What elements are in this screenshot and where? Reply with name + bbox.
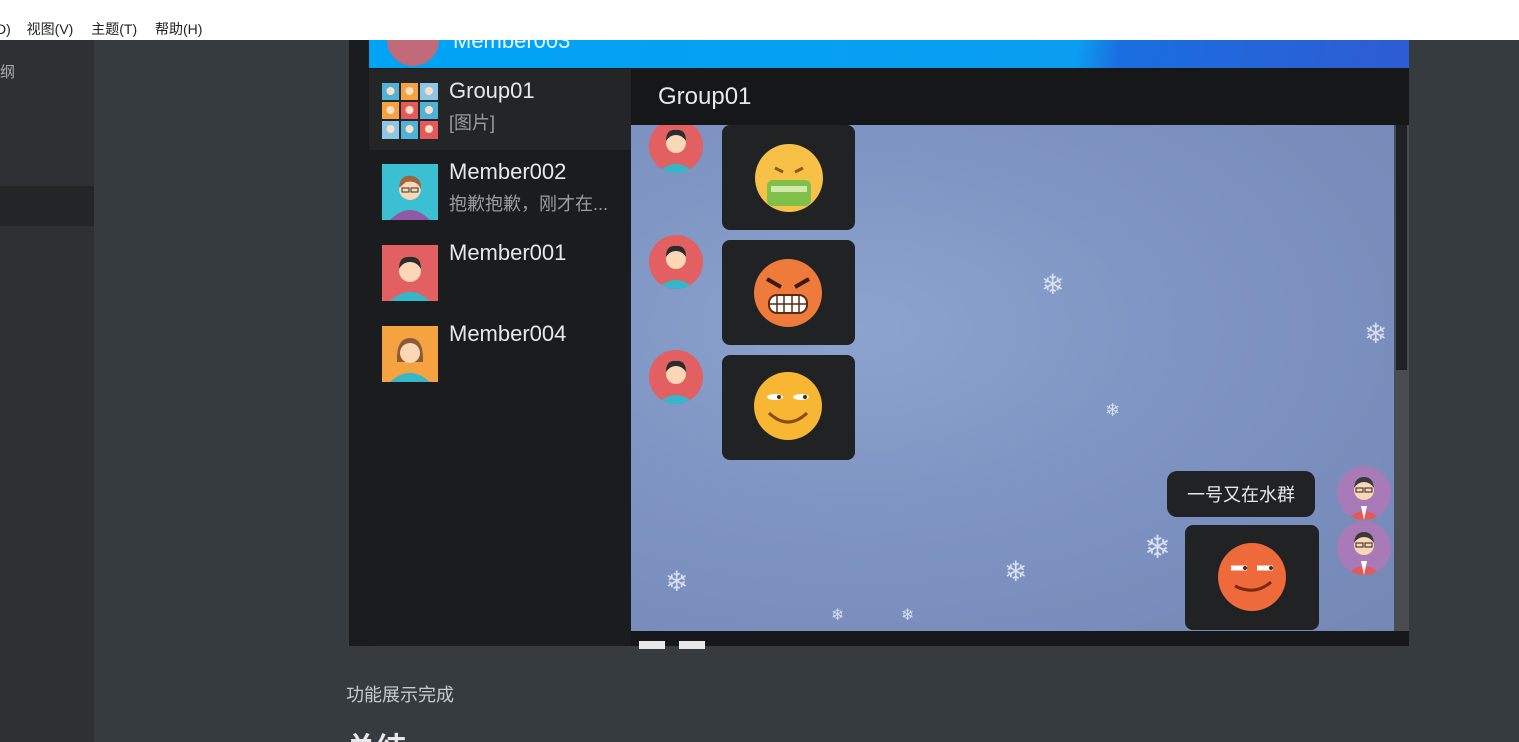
document-heading-text: 总结 [346, 733, 406, 742]
conversation-item-group01[interactable]: Group01 [图片] [369, 69, 631, 150]
woman-avatar-icon [382, 326, 438, 382]
conversation-name: Group01 [449, 78, 535, 103]
banner-name: Member003 [453, 40, 571, 53]
snowflake-icon: ❄ [1364, 318, 1388, 349]
message-scrollbar[interactable] [1394, 125, 1409, 631]
text-message-bubble[interactable]: 一号又在水群 [1167, 471, 1315, 517]
chat-app-screenshot: Member003 Group01 [图片] Member002 抱歉抱歉，刚才… [349, 40, 1409, 649]
conversation-item-member004[interactable]: Member004 [369, 312, 631, 393]
document-paragraph: 功能展示完成 [346, 685, 454, 705]
smirk-emoji-icon [754, 372, 822, 440]
conversation-name: Member002 [449, 159, 567, 184]
document-heading: 总结 [346, 730, 466, 742]
conversation-name: Member004 [449, 321, 567, 346]
sly-emoji-icon [1218, 543, 1286, 611]
vomit-emoji-icon [755, 144, 823, 212]
snowflake-icon: ❄ [1105, 400, 1121, 420]
menu-bar: D) 视图(V) 主题(T) 帮助(H) [0, 0, 1519, 40]
menu-item-partial[interactable]: D) [0, 21, 11, 37]
self-avatar[interactable] [1337, 466, 1391, 520]
scrollbar-thumb[interactable] [1396, 125, 1407, 370]
snowflake-icon: ❄ [1004, 556, 1028, 587]
sticker-bubble[interactable] [722, 355, 855, 460]
conversation-name: Member001 [449, 240, 567, 265]
conversation-list: Group01 [图片] Member002 抱歉抱歉，刚才在... Membe… [369, 69, 631, 646]
outline-label[interactable]: 纲 [0, 61, 15, 82]
conversation-preview: 抱歉抱歉，刚才在... [449, 194, 609, 214]
angry-emoji-icon [754, 259, 822, 327]
banner-avatar [387, 40, 439, 66]
message-area[interactable]: ❄ ❄ ❄ ❄ ❄ ❄ ❄ ❄ 一号又在水群 [631, 125, 1394, 631]
emoji-tool-icon[interactable] [639, 641, 665, 649]
chat-title: Group01 [658, 83, 752, 110]
snowflake-icon: ❄ [901, 607, 915, 624]
snowflake-icon: ❄ [831, 607, 845, 624]
chat-panel: Group01 ❄ ❄ ❄ ❄ ❄ ❄ ❄ ❄ 一号又在水群 [631, 69, 1409, 649]
sender-avatar[interactable] [649, 235, 703, 289]
chat-header: Group01 [631, 69, 1409, 125]
menu-items: D) 视图(V) 主题(T) 帮助(H) [0, 19, 216, 39]
menu-item-view[interactable]: 视图(V) [27, 19, 74, 39]
sender-avatar[interactable] [649, 125, 703, 173]
sticker-bubble[interactable] [1185, 525, 1319, 630]
app-left-strip [349, 40, 369, 646]
conversation-item-member002[interactable]: Member002 抱歉抱歉，刚才在... [369, 150, 631, 231]
snowflake-icon: ❄ [1144, 529, 1171, 565]
conversation-item-member001[interactable]: Member001 [369, 231, 631, 312]
app-banner: Member003 [369, 40, 1409, 68]
input-toolbar [631, 631, 1409, 649]
sender-avatar[interactable] [649, 350, 703, 404]
sidebar-selected-item[interactable] [0, 186, 94, 226]
sticker-bubble[interactable] [722, 240, 855, 345]
menu-item-theme[interactable]: 主题(T) [91, 19, 137, 39]
self-avatar[interactable] [1337, 521, 1391, 575]
group-avatar-icon [382, 83, 438, 139]
snowflake-icon: ❄ [1041, 269, 1065, 300]
image-tool-icon[interactable] [679, 641, 705, 649]
man-avatar-icon [382, 245, 438, 301]
woman-glasses-avatar-icon [382, 164, 438, 220]
snowflake-icon: ❄ [665, 566, 689, 597]
conversation-preview: [图片] [449, 113, 496, 133]
outline-sidebar: 纲 [0, 40, 94, 742]
sticker-bubble[interactable] [722, 125, 855, 230]
menu-item-help[interactable]: 帮助(H) [155, 19, 202, 39]
